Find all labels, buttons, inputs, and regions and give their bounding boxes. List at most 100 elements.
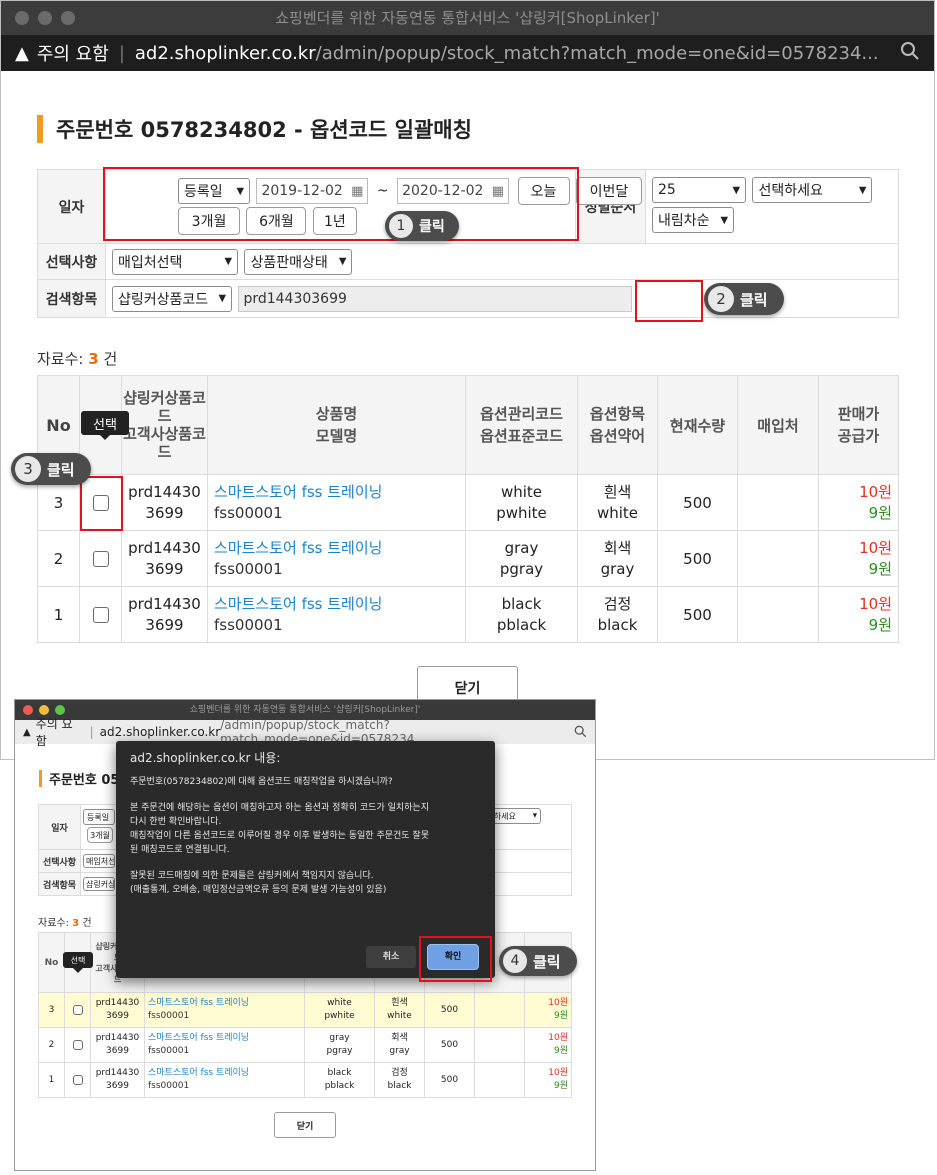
- address-bar[interactable]: ▲ 주의 요함 | ad2.shoplinker.co.kr/admin/pop…: [1, 35, 934, 71]
- chevron-down-icon: ▼: [338, 256, 347, 267]
- row-checkbox[interactable]: [72, 1004, 83, 1015]
- record-count-value: 3: [72, 918, 80, 929]
- table-row[interactable]: 2 prd14430 3699 스마트스토어 fss 트레이닝 fss00001 g…: [38, 1027, 572, 1063]
- option-label: 선택사항: [37, 243, 106, 280]
- url-host: ad2.shoplinker.co.kr: [99, 725, 221, 739]
- sort-field-select[interactable]: 선택하세요 ▼: [752, 177, 873, 203]
- chevron-down-icon: ▼: [858, 184, 867, 196]
- window-controls: [23, 705, 65, 715]
- per-page-select[interactable]: 25 ▼: [652, 177, 746, 203]
- row-checkbox[interactable]: [92, 551, 109, 567]
- chevron-down-icon: ▼: [732, 184, 740, 196]
- zoom-icon[interactable]: [574, 725, 587, 741]
- row-price: 10원 9원: [524, 1062, 572, 1098]
- row-no: 2: [37, 530, 80, 587]
- security-warning: 주의 요함: [35, 717, 73, 748]
- address-divider: |: [118, 42, 125, 64]
- row-no: 3: [38, 992, 65, 1028]
- page-title: 주문번호 0578234802 - 옵션코드 일괄매칭: [56, 118, 472, 142]
- title-bar: 쇼핑벤더를 위한 자동연동 통합서비스 '샵링커[ShopLinker]': [15, 700, 595, 720]
- row-checkbox-cell: [79, 530, 122, 587]
- product-link[interactable]: 스마트스토어 fss 트레이닝: [148, 998, 249, 1008]
- row-option-code: white pwhite: [465, 474, 578, 531]
- table-row[interactable]: 3 prd14430 3699 스마트스토어 fss 트레이닝 fss00001 w…: [37, 474, 899, 531]
- row-option-code: gray pgray: [465, 530, 578, 587]
- row-price: 10원 9원: [524, 1027, 572, 1063]
- browser-window-main: 쇼핑벤더를 위한 자동연동 통합서비스 '샵링커[ShopLinker]' ▲ …: [0, 0, 935, 760]
- row-stock: 500: [424, 1062, 475, 1098]
- row-no: 1: [37, 586, 80, 643]
- sale-status-select[interactable]: 상품판매상태 ▼: [244, 248, 353, 275]
- step-number: 3: [15, 456, 41, 482]
- row-checkbox[interactable]: [72, 1074, 83, 1085]
- product-link[interactable]: 스마트스토어 fss 트레이닝: [214, 483, 382, 501]
- row-price: 10원 9원: [524, 992, 572, 1028]
- row-code: prd14430 3699: [121, 586, 208, 643]
- product-link[interactable]: 스마트스토어 fss 트레이닝: [214, 595, 382, 613]
- table-row[interactable]: 3 prd14430 3699 스마트스토어 fss 트레이닝 fss00001 w…: [38, 992, 572, 1028]
- option-label: 선택사항: [38, 849, 81, 873]
- vendor-select[interactable]: 매입처선택 ▼: [112, 248, 238, 275]
- step-2-callout: 2 클릭: [704, 283, 784, 315]
- close-window-button[interactable]: [23, 705, 33, 715]
- close-window-button[interactable]: [15, 11, 29, 25]
- row-vendor: [474, 992, 525, 1028]
- option-cell: 매입처선택 ▼ 상품판매상태 ▼: [105, 243, 899, 280]
- this-month-button[interactable]: 이번달: [576, 177, 642, 205]
- step-3-callout: 3 클릭: [11, 453, 91, 485]
- maximize-window-button[interactable]: [55, 705, 65, 715]
- row-no: 1: [38, 1062, 65, 1098]
- date-label: 일자: [37, 169, 106, 244]
- close-button[interactable]: 닫기: [274, 1112, 336, 1138]
- 3-months-button[interactable]: 3개월: [87, 827, 113, 843]
- address-divider: |: [89, 725, 94, 739]
- row-checkbox[interactable]: [92, 607, 109, 623]
- step-1-callout: 1 클릭: [385, 211, 459, 241]
- table-row[interactable]: 2 prd14430 3699 스마트스토어 fss 트레이닝 fss00001 g…: [37, 530, 899, 587]
- window-title: 쇼핑벤더를 위한 자동연동 통합서비스 '샵링커[ShopLinker]': [189, 705, 421, 715]
- vendor-select[interactable]: 매입처선택: [83, 854, 115, 868]
- dialog-cancel-button[interactable]: 취소: [366, 946, 416, 968]
- search-input[interactable]: prd144303699: [238, 285, 633, 312]
- dialog-line: 주문번호(0578234802)에 대해 옵션코드 매칭작업을 하시겠습니까?: [130, 777, 393, 787]
- zoom-icon[interactable]: [900, 41, 920, 66]
- row-checkbox[interactable]: [72, 1039, 83, 1050]
- row-option-code: black pblack: [465, 586, 578, 643]
- row-price: 10원 9원: [818, 530, 899, 587]
- col-stock: 현재수량: [657, 375, 738, 475]
- step-number: 1: [389, 214, 413, 238]
- row-code: prd14430 3699: [90, 1062, 145, 1098]
- table-row[interactable]: 1 prd14430 3699 스마트스토어 fss 트레이닝 fss00001 b…: [38, 1062, 572, 1098]
- search-field-select[interactable]: 샵링커상품코드 ▼: [112, 285, 232, 312]
- minimize-window-button[interactable]: [39, 705, 49, 715]
- row-stock: 500: [424, 992, 475, 1028]
- minimize-window-button[interactable]: [38, 11, 52, 25]
- search-label: 검색항목: [38, 872, 81, 896]
- product-link[interactable]: 스마트스토어 fss 트레이닝: [148, 1033, 249, 1043]
- row-option: 검정 black: [577, 586, 658, 643]
- row-option: 회색 gray: [374, 1027, 425, 1063]
- record-count-value: 3: [88, 350, 99, 368]
- dialog-line: 본 주문건에 해당하는 옵션이 매칭하고자 하는 옵션과 정확히 코드가 일치하…: [130, 803, 429, 813]
- page-header: 주문번호 0578234802 - 옵션코드 일괄매칭: [37, 114, 472, 144]
- product-link[interactable]: 스마트스토어 fss 트레이닝: [148, 1068, 249, 1078]
- row-stock: 500: [424, 1027, 475, 1063]
- url-path: /admin/popup/stock_match?match_mode=one&…: [315, 42, 879, 64]
- row-price: 10원 9원: [818, 586, 899, 643]
- table-row[interactable]: 1 prd14430 3699 스마트스토어 fss 트레이닝 fss00001 b…: [37, 586, 899, 643]
- window-title: 쇼핑벤더를 위한 자동연동 통합서비스 '샵링커[ShopLinker]': [275, 9, 660, 27]
- date-type-select[interactable]: 등록일: [83, 809, 115, 825]
- sort-direction-select[interactable]: 내림차순 ▼: [652, 207, 734, 233]
- row-vendor: [737, 474, 819, 531]
- col-option: 옵션항목 옵션약어: [577, 375, 658, 475]
- row-vendor: [474, 1062, 525, 1098]
- dialog-title: ad2.shoplinker.co.kr 내용:: [130, 751, 281, 765]
- col-product-code: 샵링커상품코드고객사상품코드: [121, 375, 208, 475]
- row-checkbox-cell: [79, 586, 122, 643]
- row-product: 스마트스토어 fss 트레이닝 fss00001: [144, 1027, 305, 1063]
- maximize-window-button[interactable]: [61, 11, 75, 25]
- row-option: 검정 black: [374, 1062, 425, 1098]
- step-number: 2: [708, 286, 734, 312]
- product-link[interactable]: 스마트스토어 fss 트레이닝: [214, 539, 382, 557]
- search-field-select[interactable]: 샵링커상품코드: [83, 877, 115, 891]
